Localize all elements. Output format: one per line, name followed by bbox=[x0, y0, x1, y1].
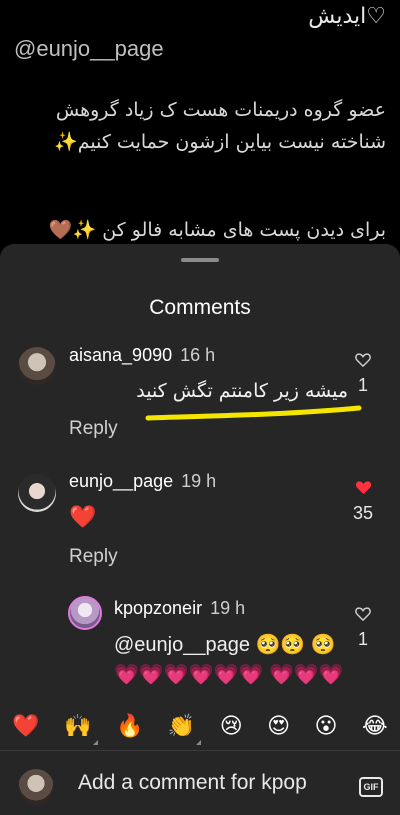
comment-input[interactable] bbox=[78, 767, 348, 799]
comment-username[interactable]: kpopzoneir bbox=[114, 598, 202, 618]
caption-mention[interactable]: @eunjo__page bbox=[14, 36, 164, 62]
emoji-reaction-bar: ❤️ 🙌 🔥 👏 😢 😍 😮 😂 bbox=[0, 702, 400, 750]
comment-text: @eunjo__page 🥺🥺 🥺💗💗💗💗💗💗 💗💗💗 bbox=[114, 634, 344, 686]
comment-meta: eunjo__page 19 h bbox=[69, 471, 216, 492]
caption-text: عضو گروه دریمنات هست ک زیاد گروهش شناخته… bbox=[54, 99, 386, 153]
caption-line: ایدیش♡ bbox=[308, 4, 386, 29]
comment-time: 16 h bbox=[180, 345, 216, 365]
like-control[interactable]: 1 bbox=[348, 606, 378, 650]
raised-hands-emoji-button[interactable]: 🙌 bbox=[64, 714, 91, 739]
sheet-drag-handle[interactable] bbox=[181, 258, 219, 262]
heart-outline-icon[interactable] bbox=[348, 352, 378, 367]
gif-button[interactable]: GIF bbox=[359, 777, 383, 797]
clapping-emoji-button[interactable]: 👏 bbox=[168, 714, 195, 739]
reply-button[interactable]: Reply bbox=[69, 418, 118, 440]
laughing-emoji-button[interactable]: 😂 bbox=[362, 714, 388, 739]
reply-button[interactable]: Reply bbox=[69, 546, 118, 568]
heart-filled-icon[interactable] bbox=[344, 479, 382, 495]
comment-text: ❤️ bbox=[69, 505, 97, 530]
caption-follow-text: برای دیدن پست های مشابه فالو کن ✨🤎 bbox=[48, 219, 386, 241]
avatar[interactable] bbox=[18, 347, 56, 385]
avatar bbox=[18, 769, 54, 805]
comment-time: 19 h bbox=[210, 598, 246, 618]
comment-time: 19 h bbox=[181, 471, 217, 491]
crying-emoji-button[interactable]: 😢 bbox=[220, 714, 243, 739]
sheet-title: Comments bbox=[149, 296, 251, 319]
surprised-emoji-button[interactable]: 😮 bbox=[315, 714, 338, 739]
comment-meta: kpopzoneir 19 h bbox=[114, 598, 245, 619]
heart-eyes-emoji-button[interactable]: 😍 bbox=[267, 714, 290, 739]
comment-username[interactable]: eunjo__page bbox=[69, 471, 173, 491]
like-control[interactable]: 1 bbox=[348, 352, 378, 396]
like-count: 1 bbox=[357, 629, 368, 649]
comment-meta: aisana_9090 16 h bbox=[69, 345, 215, 366]
heart-emoji-button[interactable]: ❤️ bbox=[12, 714, 39, 739]
like-count: 35 bbox=[352, 503, 374, 523]
fire-emoji-button[interactable]: 🔥 bbox=[116, 714, 143, 739]
comment-composer: GIF bbox=[0, 751, 400, 815]
like-count: 1 bbox=[357, 375, 368, 395]
like-control[interactable]: 35 bbox=[344, 479, 382, 524]
yellow-underline-annotation bbox=[145, 405, 362, 421]
post-caption: ایدیش♡ @eunjo__page عضو گروه دریمنات هست… bbox=[0, 0, 400, 250]
comment-username[interactable]: aisana_9090 bbox=[69, 345, 172, 365]
comment-text: میشه زیر کامنتم تگش کنید bbox=[136, 380, 348, 402]
avatar[interactable] bbox=[68, 596, 102, 630]
heart-outline-icon[interactable] bbox=[348, 606, 378, 621]
avatar[interactable] bbox=[18, 474, 56, 512]
